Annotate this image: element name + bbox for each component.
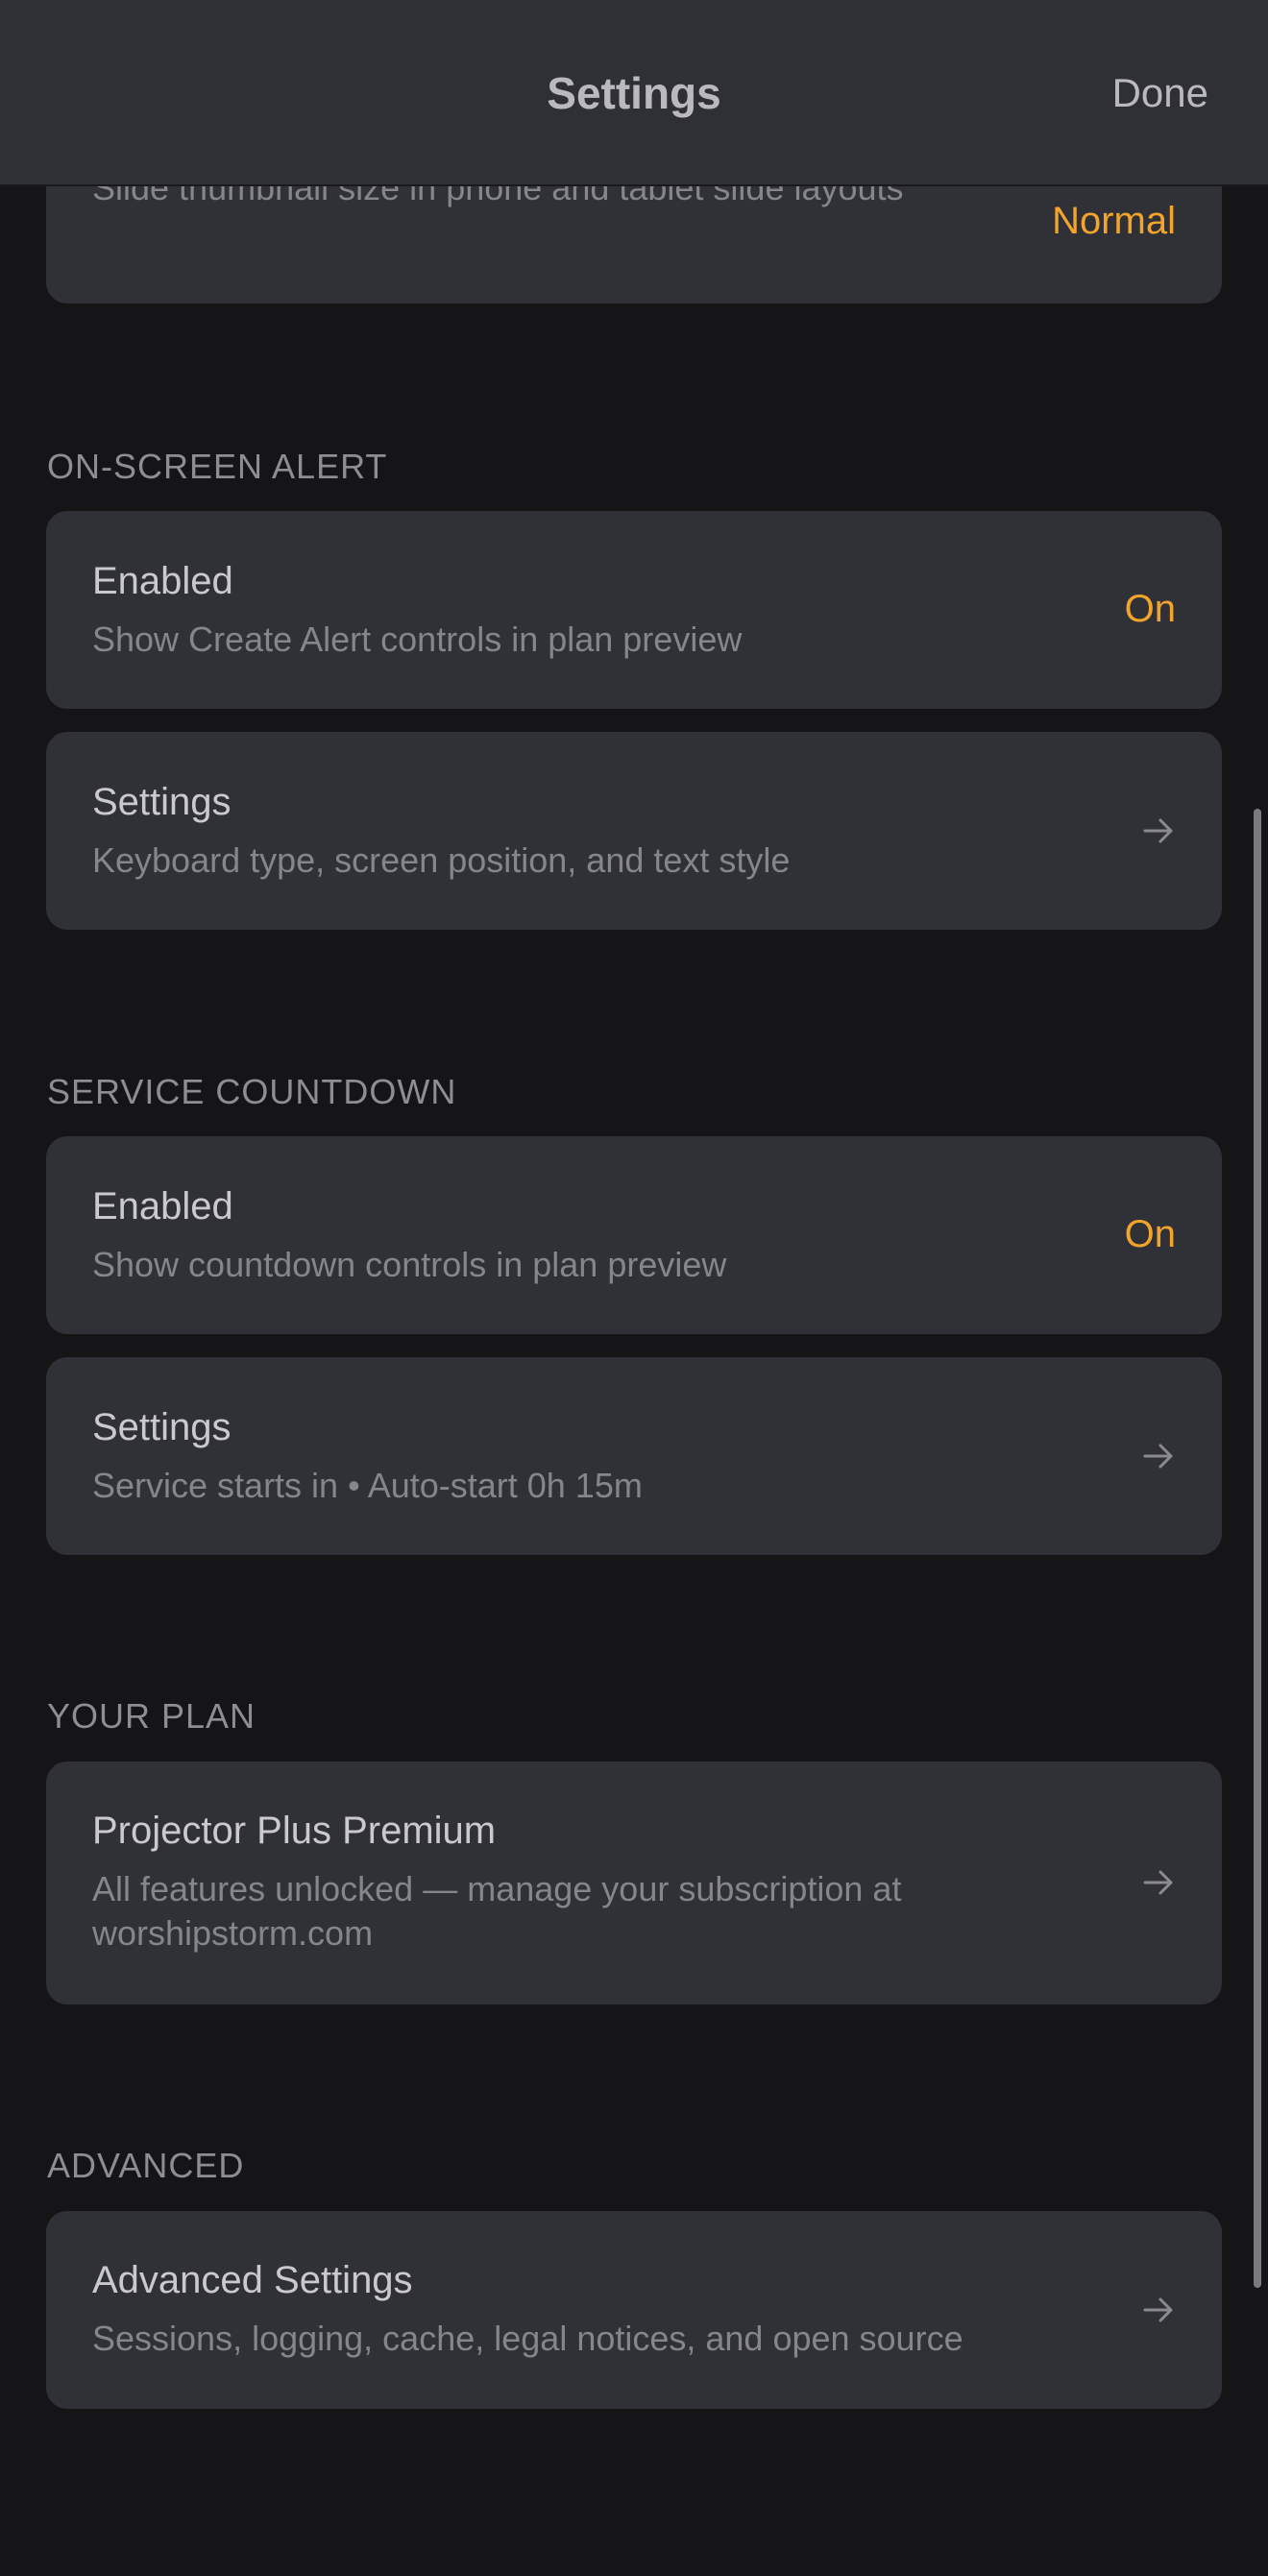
settings-scroll-content[interactable]: Slide thumbnail size in phone and tablet… [0,0,1268,2576]
service-countdown-settings-row[interactable]: Settings Service starts in • Auto-start … [46,1357,1222,1555]
scrollbar[interactable] [1254,809,1261,2288]
service-countdown-enabled-subtitle: Show countdown controls in plan preview [92,1245,727,1284]
section-header-advanced: ADVANCED [47,2146,245,2185]
on-screen-alert-enabled-title: Enabled [92,560,233,602]
arrow-right-icon [1143,818,1173,843]
on-screen-alert-settings-row[interactable]: Settings Keyboard type, screen position,… [46,732,1222,930]
on-screen-alert-enabled-value[interactable]: On [1125,586,1176,632]
your-plan-title: Projector Plus Premium [92,1810,497,1852]
service-countdown-enabled-value[interactable]: On [1125,1211,1176,1257]
section-header-service-countdown: SERVICE COUNTDOWN [47,1072,457,1111]
thumbnail-size-value: Normal [1052,200,1176,242]
on-screen-alert-enabled-row[interactable]: Enabled Show Create Alert controls in pl… [46,511,1222,709]
arrow-right-icon [1143,1870,1173,1895]
your-plan-subtitle: All features unlocked — manage your subs… [92,1869,902,1953]
on-screen-alert-enabled-subtitle: Show Create Alert controls in plan previ… [92,620,743,659]
your-plan-row[interactable]: Projector Plus Premium All features unlo… [46,1762,1222,2005]
service-countdown-enabled-row[interactable]: Enabled Show countdown controls in plan … [46,1136,1222,1334]
advanced-settings-row[interactable]: Advanced Settings Sessions, logging, cac… [46,2211,1222,2409]
arrow-right-icon [1143,2297,1173,2322]
on-screen-alert-settings-title: Settings [92,781,232,823]
page-title: Settings [547,68,721,118]
section-header-your-plan: YOUR PLAN [47,1696,256,1736]
service-countdown-enabled-title: Enabled [92,1185,233,1227]
section-header-on-screen-alert: ON-SCREEN ALERT [47,447,388,486]
service-countdown-settings-subtitle: Service starts in • Auto-start 0h 15m [92,1466,643,1505]
advanced-settings-subtitle: Sessions, logging, cache, legal notices,… [92,2319,963,2358]
advanced-settings-title: Advanced Settings [92,2259,413,2301]
arrow-right-icon [1143,1444,1173,1469]
service-countdown-settings-title: Settings [92,1406,232,1448]
on-screen-alert-settings-subtitle: Keyboard type, screen position, and text… [92,840,791,880]
navigation-bar: Settings Done [0,0,1268,186]
done-button[interactable]: Done [1112,67,1208,119]
